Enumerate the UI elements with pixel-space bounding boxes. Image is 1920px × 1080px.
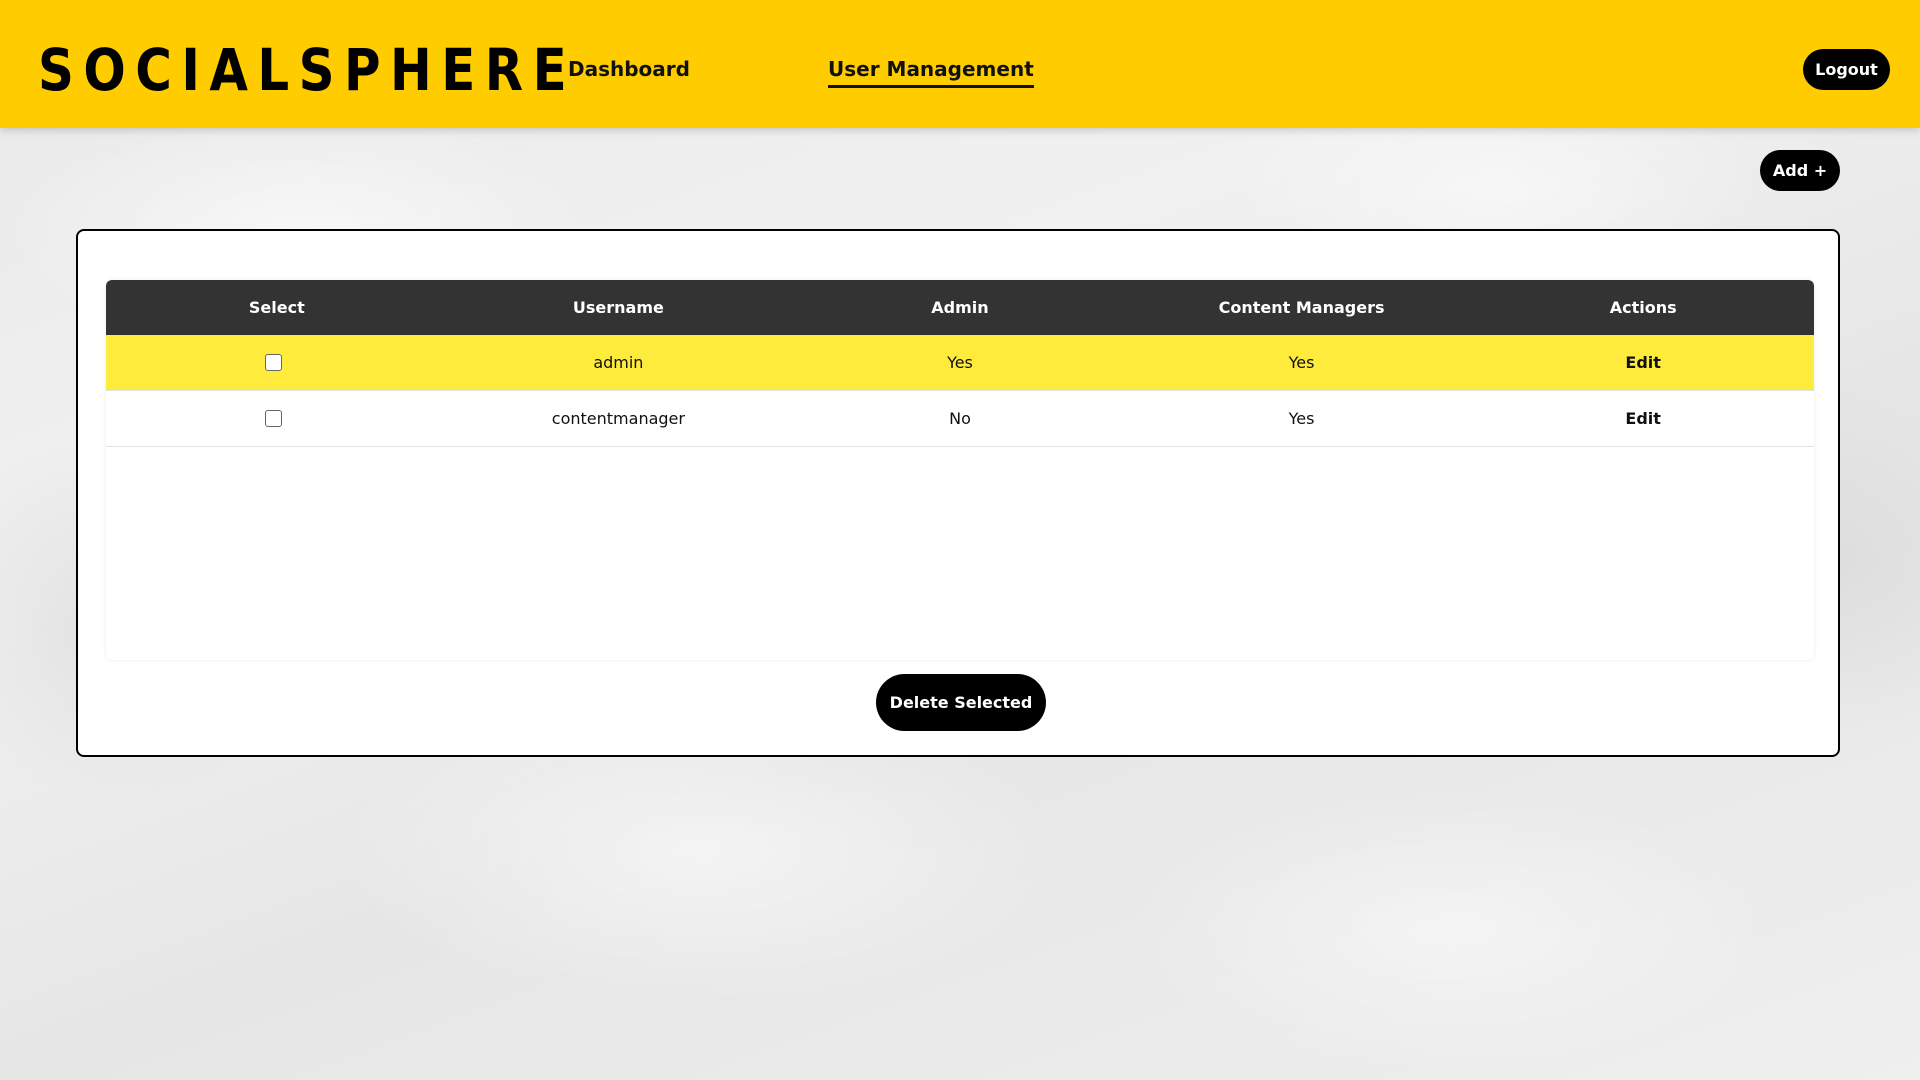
nav-dashboard[interactable]: Dashboard bbox=[568, 56, 690, 82]
admin-cell: No bbox=[949, 409, 971, 428]
column-header-content-managers: Content Managers bbox=[1218, 298, 1385, 317]
logout-button[interactable]: Logout bbox=[1803, 49, 1890, 90]
row-select-checkbox[interactable] bbox=[265, 410, 283, 427]
admin-cell: Yes bbox=[947, 353, 973, 372]
row-select-checkbox[interactable] bbox=[265, 354, 283, 371]
add-user-button[interactable]: Add + bbox=[1760, 150, 1840, 191]
select-cell bbox=[106, 335, 448, 390]
column-header-select: Select bbox=[248, 298, 305, 317]
select-cell bbox=[106, 391, 448, 446]
table-row: admin Yes Yes Edit bbox=[106, 335, 1814, 391]
column-header-username: Username bbox=[572, 298, 664, 317]
table-header: Select Username Admin Content Managers A… bbox=[106, 280, 1814, 335]
content-managers-cell: Yes bbox=[1288, 409, 1315, 428]
column-header-actions: Actions bbox=[1609, 298, 1677, 317]
content-managers-cell: Yes bbox=[1288, 353, 1315, 372]
nav-user-management[interactable]: User Management bbox=[828, 56, 1034, 88]
username-cell: admin bbox=[593, 353, 644, 372]
column-header-admin: Admin bbox=[931, 298, 989, 317]
delete-selected-button[interactable]: Delete Selected bbox=[876, 674, 1046, 731]
edit-link[interactable]: Edit bbox=[1472, 391, 1814, 446]
table-row: contentmanager No Yes Edit bbox=[106, 391, 1814, 447]
app-logo[interactable]: SOCIALSPHERE bbox=[38, 34, 576, 106]
top-header: SOCIALSPHERE Dashboard User Management L… bbox=[0, 0, 1920, 128]
users-table: Select Username Admin Content Managers A… bbox=[106, 280, 1814, 660]
users-panel: Select Username Admin Content Managers A… bbox=[76, 229, 1840, 757]
edit-link[interactable]: Edit bbox=[1472, 335, 1814, 390]
username-cell: contentmanager bbox=[551, 409, 685, 428]
